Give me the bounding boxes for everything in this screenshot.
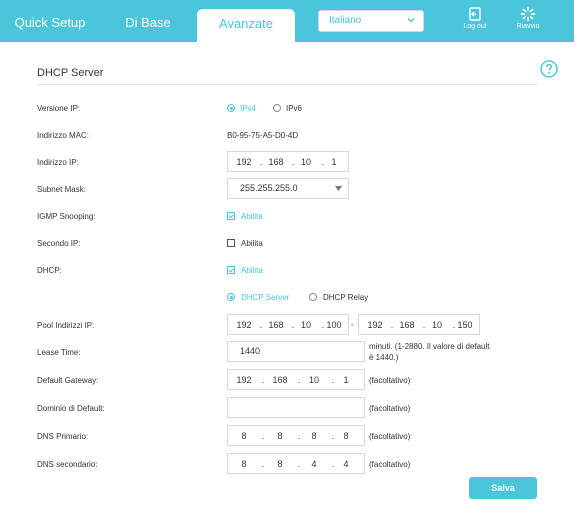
ip-octet: 8 — [241, 459, 247, 469]
dhcp-checkbox[interactable] — [227, 266, 235, 274]
ip-octet: 192 — [236, 375, 252, 385]
default-gateway-input[interactable]: 192 . 168 . 10 . 1 — [227, 369, 365, 390]
ip-octet: 168 — [399, 320, 415, 330]
ip-pool-label: Pool Indirizzi IP: — [37, 321, 95, 330]
ip-octet: 8 — [311, 431, 317, 441]
ip-pool-start-input[interactable]: 192 . 168 . 10 . 100 — [227, 314, 349, 335]
mac-value: B0-95-75-A5-D0-4D — [227, 131, 299, 140]
reboot-icon — [520, 6, 536, 22]
ip-version-label: Versione IP: — [37, 104, 81, 113]
ip-octet: 8 — [241, 431, 247, 441]
ip-address-input[interactable]: 192 . 168 . 10 . 1 — [227, 151, 349, 172]
ip-octet: 150 — [457, 320, 473, 330]
default-gateway-label: Default Gateway: — [37, 376, 99, 385]
ip-octet: 10 — [300, 157, 311, 167]
lease-time-hint-1: minuti. (1-2880. Il valore di default — [369, 342, 490, 351]
octet-dot: . — [261, 459, 265, 469]
dhcp-server-radio[interactable] — [227, 293, 235, 301]
dns-primary-label: DNS Primario: — [37, 432, 89, 441]
ipv6-radio[interactable] — [273, 104, 281, 112]
reboot-button[interactable]: Riavvio — [508, 6, 548, 30]
ip-address-label: Indirizzo IP: — [37, 158, 79, 167]
ip-octet: 168 — [272, 375, 288, 385]
pool-range-separator: - — [351, 320, 354, 329]
ip-octet: 192 — [367, 320, 383, 330]
octet-dot: . — [261, 431, 265, 441]
ip-octet: 100 — [326, 320, 342, 330]
optional-note: (facoltativo) — [369, 404, 411, 413]
dhcp-label: DHCP: — [37, 266, 62, 275]
igmp-checkbox[interactable] — [227, 212, 235, 220]
ip-pool-end-input[interactable]: 192 . 168 . 10 . 150 — [358, 314, 480, 335]
default-domain-label: Dominio di Default: — [37, 404, 105, 413]
section-divider — [37, 84, 537, 85]
logout-icon — [469, 7, 481, 21]
ip-octet: 8 — [343, 431, 349, 441]
ip-octet: 10 — [308, 375, 319, 385]
optional-note: (facoltativo) — [369, 460, 411, 469]
chevron-down-icon — [407, 17, 415, 23]
subnet-mask-value: 255.255.255.0 — [240, 183, 298, 193]
tab-quick-setup[interactable]: Quick Setup — [0, 0, 100, 42]
igmp-enable-label: Abilita — [241, 212, 263, 221]
ip-octet: 168 — [268, 320, 284, 330]
logout-button[interactable]: Log out — [455, 6, 495, 30]
ip-octet: 8 — [277, 459, 283, 469]
language-selected-value: Italiano — [329, 15, 362, 26]
ip-octet: 10 — [300, 320, 311, 330]
reboot-label: Riavvio — [516, 23, 540, 30]
dropdown-triangle-icon — [335, 186, 342, 191]
octet-dot: . — [261, 375, 265, 385]
lease-time-input[interactable]: 1440 — [227, 341, 365, 362]
dns-secondary-input[interactable]: 8 . 8 . 4 . 4 — [227, 453, 365, 474]
logout-label: Log out — [463, 23, 487, 30]
dns-primary-input[interactable]: 8 . 8 . 8 . 8 — [227, 425, 365, 446]
dns-secondary-label: DNS secondario: — [37, 460, 98, 469]
ip-octet: 168 — [268, 157, 284, 167]
dhcp-enable-label: Abilita — [241, 266, 263, 275]
optional-note: (facoltativo) — [369, 432, 411, 441]
subnet-mask-label: Subnet Mask: — [37, 185, 86, 194]
tab-avanzate[interactable]: Avanzate — [197, 9, 295, 42]
ipv6-label: IPv6 — [286, 104, 303, 113]
ip-octet: 10 — [431, 320, 442, 330]
default-domain-input[interactable] — [227, 397, 365, 418]
second-ip-checkbox[interactable] — [227, 239, 235, 247]
ip-octet: 4 — [311, 459, 317, 469]
ipv4-label: IPv4 — [240, 104, 257, 113]
dhcp-relay-label: DHCP Relay — [323, 293, 369, 302]
ipv4-radio[interactable] — [227, 104, 235, 112]
language-select[interactable]: Italiano — [318, 10, 424, 32]
igmp-label: IGMP Snooping: — [37, 212, 96, 221]
second-ip-enable-label: Abilita — [241, 239, 263, 248]
ip-octet: 1 — [343, 375, 349, 385]
help-icon[interactable] — [540, 60, 558, 78]
ip-octet: 192 — [236, 157, 252, 167]
top-navigation-bar: Quick Setup Di Base Avanzate Italiano Lo… — [0, 0, 574, 42]
ip-octet: 8 — [277, 431, 283, 441]
mac-label: Indirizzo MAC: — [37, 131, 90, 140]
section-title: DHCP Server — [37, 67, 104, 79]
ip-octet: 4 — [343, 459, 349, 469]
dhcp-server-label: DHCP Server — [241, 293, 290, 302]
ip-octet: 1 — [331, 157, 337, 167]
optional-note: (facoltativo) — [369, 376, 411, 385]
dhcp-relay-radio[interactable] — [309, 293, 317, 301]
save-button[interactable]: Salva — [469, 477, 537, 499]
second-ip-label: Secondo IP: — [37, 239, 81, 248]
lease-time-label: Lease Time: — [37, 348, 81, 357]
ip-octet: 192 — [236, 320, 252, 330]
tab-di-base[interactable]: Di Base — [104, 0, 192, 42]
lease-time-hint-2: è 1440.) — [369, 353, 399, 362]
subnet-mask-select[interactable]: 255.255.255.0 — [227, 178, 349, 199]
